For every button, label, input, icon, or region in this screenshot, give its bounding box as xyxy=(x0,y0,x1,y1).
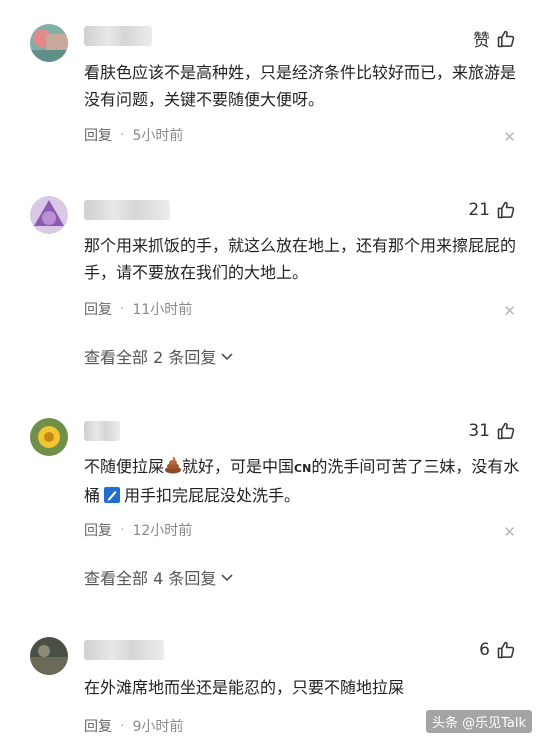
view-replies-label: 查看全部 4 条回复 xyxy=(84,569,217,588)
timestamp: 9小时前 xyxy=(132,719,184,735)
reply-button[interactable]: 回复 xyxy=(84,716,112,736)
separator-dot: · xyxy=(120,718,125,734)
reply-button[interactable]: 回复 xyxy=(84,299,112,319)
watermark: 头条 @乐见Talk xyxy=(425,710,532,733)
comment-text: 那个用来抓饭的手，就这么放在地上，还有那个用来擦屁屁的手，请不要放在我们的大地上… xyxy=(84,236,517,282)
timestamp: 5小时前 xyxy=(132,128,184,144)
username-blurred[interactable] xyxy=(84,640,164,660)
username-blurred[interactable] xyxy=(84,26,152,46)
avatar[interactable] xyxy=(30,637,68,675)
timestamp: 11小时前 xyxy=(132,302,193,318)
avatar[interactable] xyxy=(30,418,68,456)
username-blurred[interactable] xyxy=(84,200,170,220)
comment-text-part: 就好，可是中国 xyxy=(182,457,295,476)
close-icon[interactable]: ✕ xyxy=(503,523,516,541)
chevron-down-icon xyxy=(221,574,233,582)
view-replies-button[interactable]: 查看全部 4 条回复 xyxy=(84,565,234,589)
comment-meta: 回复 · 11小时前 xyxy=(84,299,192,319)
comment-text: 看肤色应该不是高种姓，只是经济条件比较好而已，来旅游是没有问题，关键不要随便大便… xyxy=(84,63,517,109)
thumbs-up-icon xyxy=(497,641,515,659)
separator-dot: · xyxy=(120,127,125,143)
like-count: 31 xyxy=(468,421,490,441)
comment-meta: 回复 · 5小时前 xyxy=(84,125,183,145)
reply-button[interactable]: 回复 xyxy=(84,125,112,145)
thumbs-up-icon xyxy=(497,422,515,440)
reply-button[interactable]: 回复 xyxy=(84,520,112,540)
username-blurred[interactable] xyxy=(84,421,120,441)
like-button[interactable]: 6 xyxy=(479,640,516,660)
thumbs-up-icon xyxy=(497,201,515,219)
comment-text: 在外滩席地而坐还是能忍的，只要不随地拉屎 xyxy=(84,678,405,697)
view-replies-button[interactable]: 查看全部 2 条回复 xyxy=(84,344,234,368)
like-button[interactable]: 赞 xyxy=(473,26,516,51)
separator-dot: · xyxy=(120,522,125,538)
avatar[interactable] xyxy=(30,24,68,62)
separator-dot: · xyxy=(120,301,125,317)
poop-emoji xyxy=(164,455,182,482)
like-count: 赞 xyxy=(473,31,490,51)
thumbs-up-icon xyxy=(497,30,515,47)
view-replies-label: 查看全部 2 条回复 xyxy=(84,348,217,367)
comment-text-part: 不随便拉屎 xyxy=(84,457,165,476)
comment-text: 不随便拉屎 就好，可是中国CN的洗手间可苦了三妹，没有水桶 用手扣完屁屁没处洗手。 xyxy=(84,453,520,511)
comment-text-part: 用手扣完屁屁没处洗手。 xyxy=(124,486,301,505)
comment-meta: 回复 · 12小时前 xyxy=(84,520,192,540)
cn-badge: CN xyxy=(294,462,312,475)
comment-meta: 回复 · 9小时前 xyxy=(84,716,183,736)
close-icon[interactable]: ✕ xyxy=(503,128,516,146)
like-button[interactable]: 21 xyxy=(468,200,516,220)
like-button[interactable]: 31 xyxy=(468,421,516,441)
like-count: 21 xyxy=(468,200,490,220)
timestamp: 12小时前 xyxy=(132,523,193,539)
bucket-emoji xyxy=(104,484,121,511)
like-count: 6 xyxy=(479,640,490,660)
close-icon[interactable]: ✕ xyxy=(503,302,516,320)
chevron-down-icon xyxy=(221,353,233,361)
avatar[interactable] xyxy=(30,196,68,234)
